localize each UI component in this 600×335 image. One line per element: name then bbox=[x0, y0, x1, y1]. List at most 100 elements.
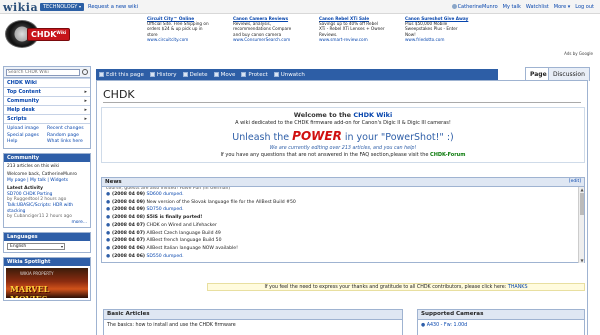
news-item: ● (2008 04 08) S5IS is finally ported! bbox=[106, 214, 581, 222]
ad-url[interactable]: www.smart-review.com bbox=[319, 37, 401, 42]
chdk-badge-text: CHDK bbox=[31, 30, 57, 39]
sidebar-item-help-desk[interactable]: Help desk ▸ bbox=[4, 105, 90, 114]
search-icon[interactable] bbox=[82, 69, 88, 75]
spotlight-banner-top: WIKIA PROPERTY bbox=[20, 271, 54, 277]
action-label: Protect bbox=[248, 71, 268, 78]
more-menu[interactable]: More ▾ bbox=[554, 4, 571, 10]
tab-discussion[interactable]: Discussion bbox=[548, 67, 590, 81]
power-slogan: Unleash the POWER in your "PowerShot!" :… bbox=[102, 129, 584, 143]
welcome-subtitle: A wiki dedicated to the CHDK firmware ad… bbox=[235, 120, 451, 126]
ad-unit[interactable]: Canon Camera Reviews Reviews, analysis, … bbox=[233, 16, 315, 48]
faq-pre: If you have any questions that are not a… bbox=[220, 152, 429, 158]
supported-cameras-box: Supported Cameras ● A430 - Fw: 1.00d bbox=[417, 309, 585, 335]
help-link[interactable]: Help bbox=[7, 139, 47, 146]
sidebar-item-top-content[interactable]: Top Content ▸ bbox=[4, 87, 90, 96]
chdk-badge-sub: Wiki bbox=[56, 30, 67, 35]
ads-by-google-label[interactable]: Ads by Google bbox=[564, 51, 593, 56]
help-text: We are currently editing over 213 articl… bbox=[269, 146, 417, 151]
unwatch-button[interactable]: Unwatch bbox=[273, 72, 305, 78]
news-item: ● (2008 04 07) AllBest french language Bu… bbox=[106, 237, 581, 245]
ad-url[interactable]: www.friedotto.com bbox=[405, 37, 487, 42]
news-item: ● (2008 04 09) SD600 dumped. bbox=[106, 191, 581, 199]
bullet-icon: ● bbox=[106, 238, 111, 244]
community-widget-title: Community bbox=[4, 153, 90, 162]
spotlight-banner[interactable]: WIKIA PROPERTY MARVEL MOVIES bbox=[6, 268, 88, 299]
power-word: POWER bbox=[292, 129, 342, 143]
sidebar-item-scripts[interactable]: Scripts ▸ bbox=[4, 114, 90, 123]
activity-more-link[interactable]: more... bbox=[7, 220, 87, 226]
sidebar-tool-links: Upload image Recent changes Special page… bbox=[4, 123, 90, 148]
search-box bbox=[3, 66, 91, 78]
hub-dropdown[interactable]: TECHNOLOGY ▾ bbox=[40, 3, 84, 11]
faq-text: If you have any questions that are not a… bbox=[102, 152, 584, 158]
welcome-box: Welcome to the CHDK Wiki A wiki dedicate… bbox=[101, 107, 585, 163]
news-edit-link[interactable]: [edit] bbox=[569, 178, 581, 186]
delete-button[interactable]: Delete bbox=[182, 72, 208, 78]
ad-unit[interactable]: Canon Rebel XTi Sale Savings up to 40% o… bbox=[319, 16, 401, 48]
chdk-forum-link[interactable]: CHDK-Forum bbox=[430, 152, 465, 158]
ad-unit[interactable]: Circuit City™ Online Official Site. Free… bbox=[147, 16, 229, 48]
scroll-down-icon[interactable]: ▼ bbox=[579, 258, 584, 263]
scrollbar-thumb[interactable] bbox=[580, 193, 584, 215]
history-button[interactable]: History bbox=[149, 72, 177, 78]
wikia-spotlight: Wikia Spotlight WIKIA PROPERTY MARVEL MO… bbox=[3, 257, 91, 302]
language-select[interactable]: English ▾ bbox=[7, 243, 65, 251]
request-wiki-link[interactable]: Request a new wiki bbox=[88, 4, 138, 10]
sidebar-item-label: Community bbox=[7, 98, 40, 104]
thanks-text: If you feel the need to express your tha… bbox=[264, 285, 507, 290]
news-scrollbar[interactable]: ▲ ▼ bbox=[578, 187, 584, 263]
delete-icon bbox=[182, 72, 188, 77]
edit-page-button[interactable]: Edit this page bbox=[99, 72, 144, 78]
community-widget: Community 213 articles on this wiki Welc… bbox=[3, 152, 91, 229]
welcome-back-text: Welcome back, CatherineMunro bbox=[7, 172, 77, 178]
watchlist-link[interactable]: Watchlist bbox=[526, 4, 549, 10]
chevron-right-icon: ▸ bbox=[84, 116, 87, 122]
ad-unit[interactable]: Canon Sureshot Give Away Plus $50,000 Mo… bbox=[405, 16, 487, 48]
log-out-link[interactable]: Log out bbox=[575, 4, 594, 10]
bullet-icon: ● bbox=[106, 230, 111, 236]
ad-url[interactable]: www.ConsumerSearch.com bbox=[233, 37, 315, 42]
thanks-link[interactable]: THANKS bbox=[508, 285, 528, 290]
news-date: (2008 04 09) bbox=[112, 207, 145, 213]
news-date: (2008 04 07) bbox=[112, 222, 145, 228]
sidebar-item-chdk-wiki[interactable]: CHDK Wiki bbox=[4, 78, 90, 87]
news-scroll-area[interactable]: course, guests are also invited! Have Fu… bbox=[102, 187, 584, 263]
sidebar-item-label: Help desk bbox=[7, 107, 35, 113]
username-link[interactable]: CatherineMunro bbox=[458, 4, 498, 10]
activity-item-title[interactable]: Talk:UBASIC/Scripts: HDR with stacking bbox=[7, 203, 87, 214]
camera-link[interactable]: A430 - Fw: 1.00d bbox=[427, 323, 468, 328]
action-label: Move bbox=[220, 71, 236, 78]
lock-icon bbox=[241, 72, 247, 77]
basic-articles-box: Basic Articles The basics: how to instal… bbox=[103, 309, 403, 335]
sidebar-item-label: CHDK Wiki bbox=[7, 80, 37, 86]
languages-widget: Languages English ▾ bbox=[3, 232, 91, 254]
news-item: ● (2008 04 07) AllBest Czech language Bui… bbox=[106, 230, 581, 238]
protect-button[interactable]: Protect bbox=[241, 71, 268, 78]
news-title: News bbox=[105, 179, 122, 185]
hub-label: TECHNOLOGY bbox=[43, 4, 78, 10]
move-button[interactable]: Move bbox=[213, 71, 236, 78]
news-text[interactable]: SD550 dumped. bbox=[146, 254, 183, 259]
user-links: CatherineMunro My talk Watchlist More ▾ … bbox=[451, 4, 594, 10]
news-date: (2008 04 06) bbox=[112, 253, 145, 259]
chevron-right-icon: ▸ bbox=[84, 107, 87, 113]
languages-widget-body: English ▾ bbox=[4, 241, 90, 253]
ad-url[interactable]: www.circuitcity.com bbox=[147, 37, 229, 42]
wiki-logo[interactable]: CHDKWiki bbox=[5, 18, 71, 50]
news-text[interactable]: SD600 dumped. bbox=[146, 192, 183, 197]
news-text[interactable]: SD750 dumped. bbox=[146, 207, 183, 212]
scroll-up-icon[interactable]: ▲ bbox=[579, 187, 584, 192]
sidebar-item-label: Top Content bbox=[7, 89, 41, 95]
wikia-logo[interactable]: wikia bbox=[3, 1, 38, 14]
sidebar-item-label: Scripts bbox=[7, 116, 27, 122]
bullet-icon: ● bbox=[106, 199, 111, 205]
search-input[interactable] bbox=[6, 68, 80, 76]
my-talk-link[interactable]: My talk bbox=[503, 4, 521, 10]
what-links-here-link[interactable]: What links here bbox=[47, 139, 87, 146]
news-text: New version of the Slovak language file … bbox=[146, 199, 296, 205]
chevron-down-icon: ▾ bbox=[60, 244, 63, 250]
news-date: (2008 04 07) bbox=[112, 238, 145, 244]
user-page-links[interactable]: My page | My talk | Widgets bbox=[7, 178, 87, 184]
community-widget-body: 213 articles on this wiki Welcome back, … bbox=[4, 161, 90, 228]
sidebar-item-community[interactable]: Community ▸ bbox=[4, 96, 90, 105]
